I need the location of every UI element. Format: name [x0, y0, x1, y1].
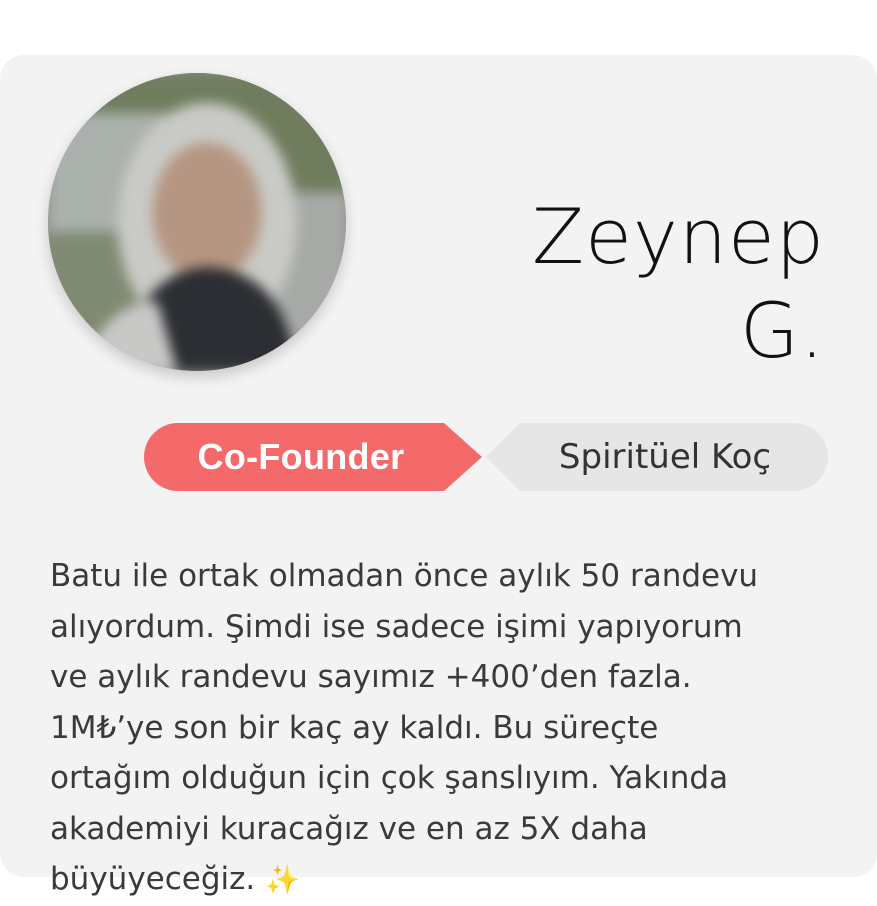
testimonial-line: Batu ile ortak olmadan önce aylık 50 ran… — [50, 558, 759, 594]
role-badge-label: Co-Founder — [197, 436, 405, 477]
role-badge: Co-Founder — [144, 423, 482, 491]
tag-group: Co-Founder Spiritüel Koç — [144, 423, 828, 491]
person-name: Zeynep G. — [405, 190, 825, 378]
avatar-photo-icon — [48, 73, 346, 371]
title-badge: Spiritüel Koç — [486, 423, 828, 491]
testimonial-card: Zeynep G. Co-Founder Spiritüel Koç Batu … — [0, 55, 877, 897]
testimonial-line-last: büyüyeceğiz. ✨ — [50, 854, 840, 906]
testimonial-line: 1M₺’ye son bir kaç ay kaldı. Bu süreçte — [50, 709, 659, 746]
title-badge-label: Spiritüel Koç — [558, 437, 772, 477]
testimonial-line: ve aylık randevu sayımız +400’den fazla. — [50, 659, 692, 695]
testimonial-line: ortağım olduğun için çok şanslıyım. Yakı… — [50, 760, 729, 796]
avatar — [48, 73, 346, 371]
person-last-initial: G. — [739, 286, 825, 375]
testimonial-text: Batu ile ortak olmadan önce aylık 50 ran… — [50, 551, 840, 906]
person-first-name: Zeynep — [532, 192, 825, 281]
testimonial-line-text: büyüyeceğiz. — [50, 861, 256, 897]
testimonial-line: alıyordum. Şimdi ise sadece işimi yapıyo… — [50, 608, 743, 645]
sparkles-icon: ✨ — [265, 863, 301, 896]
testimonial-line: akademiyi kuracağız ve en az 5X daha — [50, 810, 648, 847]
